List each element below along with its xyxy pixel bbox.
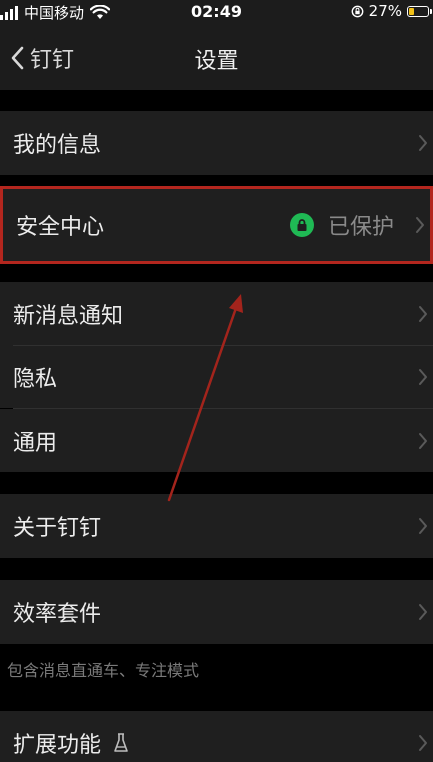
row-label: 安全中心 [16,215,105,240]
battery-percent: 27% [368,2,402,20]
row-label: 通用 [13,430,58,456]
row-efficiency-suite[interactable]: 效率套件 [0,580,433,644]
row-label: 关于钉钉 [13,516,102,541]
chevron-right-icon [419,518,427,534]
row-label: 扩展功能 [13,733,102,758]
row-label: 效率套件 [13,602,102,627]
rotation-lock-icon [351,5,364,17]
chevron-right-icon [416,217,424,233]
nav-bar: 钉钉 设置 [0,24,433,90]
security-status-text: 已保护 [327,215,394,240]
row-label: 隐私 [13,367,58,392]
status-bar: 中国移动 02:49 27% [0,0,433,24]
chevron-right-icon [419,369,427,385]
row-label-group: 扩展功能 [13,727,129,759]
row-label: 我的信息 [13,133,102,158]
row-general[interactable]: 通用 [0,409,433,472]
flask-icon [114,733,128,752]
security-status: 已保护 [289,209,394,241]
chevron-right-icon [419,432,427,449]
row-security-center[interactable]: 安全中心 已保护 [0,186,433,264]
row-about[interactable]: 关于钉钉 [0,494,433,558]
battery-fill [409,7,414,15]
row-extensions[interactable]: 扩展功能 [0,711,433,762]
lock-icon [289,213,314,237]
efficiency-note: 包含消息直通车、专注模式 [7,661,200,680]
row-privacy[interactable]: 隐私 [0,346,433,408]
chevron-right-icon [419,306,427,322]
chevron-right-icon [419,604,427,620]
row-my-info[interactable]: 我的信息 [0,111,433,175]
battery-icon [407,5,432,17]
row-label: 新消息通知 [13,304,124,329]
row-new-message[interactable]: 新消息通知 [0,282,433,346]
page-title: 设置 [194,49,239,74]
status-right: 27% [351,2,432,20]
chevron-right-icon [419,135,427,151]
chevron-right-icon [419,735,427,751]
